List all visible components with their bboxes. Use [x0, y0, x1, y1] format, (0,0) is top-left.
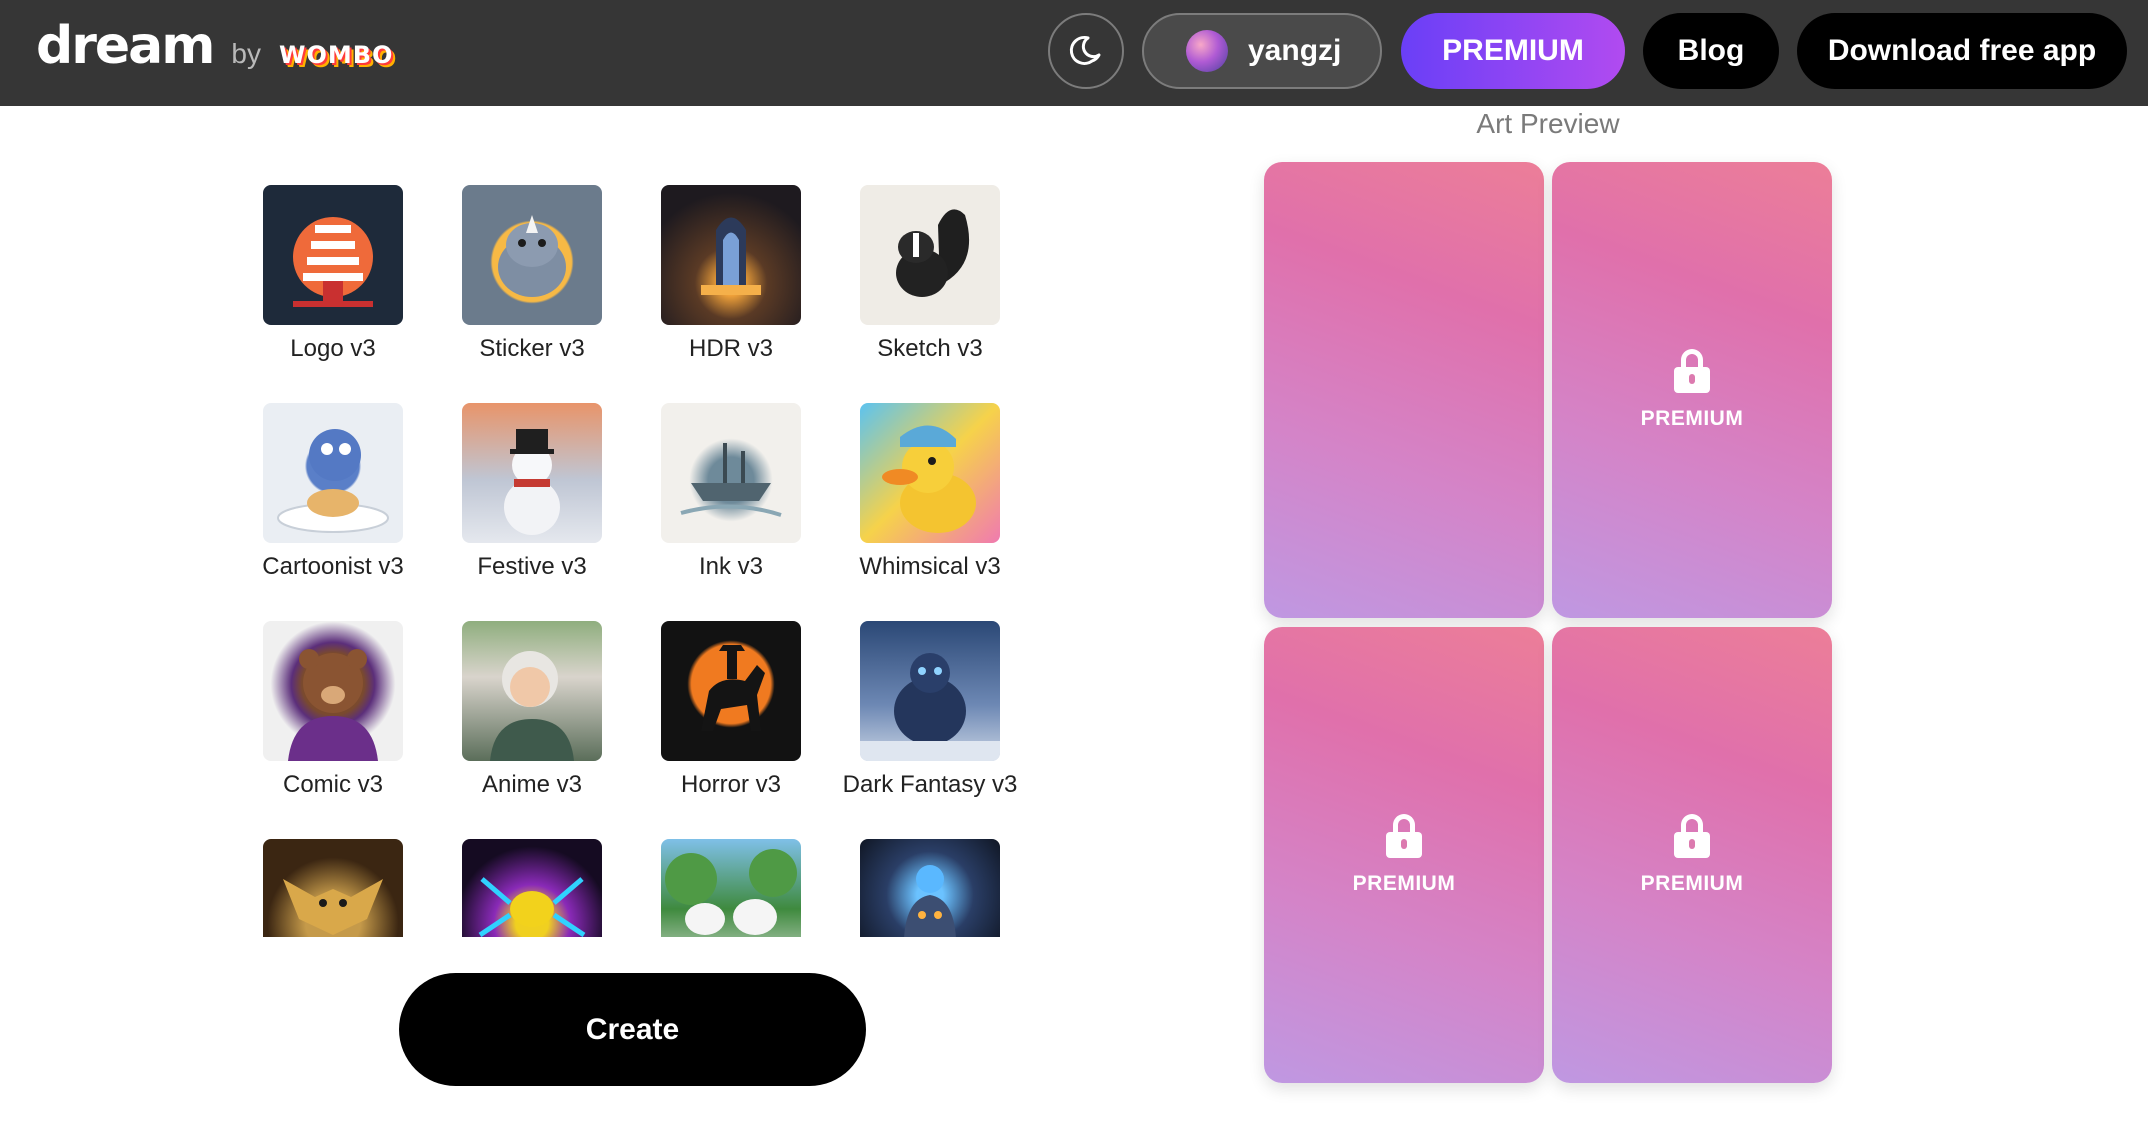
neon-insect-thumbnail	[462, 839, 602, 937]
moon-icon	[1069, 36, 1101, 65]
premium-lock-label: PREMIUM	[1352, 872, 1456, 895]
style-label: Horror v3	[680, 771, 782, 798]
style-tile-sketch[interactable]: Sketch v3	[830, 185, 1030, 395]
style-label: Cartoonist v3	[262, 553, 404, 580]
style-tile-sticker[interactable]: Sticker v3	[432, 185, 632, 395]
avatar	[1186, 30, 1228, 72]
style-tile-hdr[interactable]: HDR v3	[631, 185, 831, 395]
armored-knight-thumbnail	[860, 839, 1000, 937]
snowman-thumbnail	[462, 403, 602, 543]
user-profile-button[interactable]: yangzj	[1142, 13, 1382, 89]
top-header: dream by WOMBO yangzj PREMIUM Blog Downl…	[0, 0, 2148, 106]
logo-wombo-text: WOMBO	[279, 41, 394, 69]
style-tile-dark-fantasy[interactable]: Dark Fantasy v3	[830, 621, 1030, 831]
premium-lock-label: PREMIUM	[1640, 872, 1744, 895]
preview-card-4-locked[interactable]: PREMIUM	[1552, 627, 1832, 1083]
duck-thumbnail	[860, 403, 1000, 543]
skunk-sketch-thumbnail	[860, 185, 1000, 325]
preview-card-2-locked[interactable]: PREMIUM	[1552, 162, 1832, 618]
bat-creature-thumbnail	[263, 839, 403, 937]
cartoon-creature-thumbnail	[263, 403, 403, 543]
pagoda-thumbnail	[263, 185, 403, 325]
white-cats-thumbnail	[661, 839, 801, 937]
lock-icon	[1674, 349, 1710, 393]
style-tile-bat-creature[interactable]	[250, 839, 433, 937]
lock-icon	[1674, 814, 1710, 858]
style-tile-horror[interactable]: Horror v3	[631, 621, 831, 831]
style-label: Dark Fantasy v3	[842, 771, 1018, 798]
style-tile-comic[interactable]: Comic v3	[250, 621, 433, 831]
download-app-button[interactable]: Download free app	[1797, 13, 2127, 89]
style-label: Festive v3	[477, 553, 587, 580]
bear-comic-thumbnail	[263, 621, 403, 761]
create-button[interactable]: Create	[399, 973, 866, 1086]
style-label: Anime v3	[481, 771, 583, 798]
style-tile-white-cats[interactable]	[631, 839, 831, 937]
art-preview-title: Art Preview	[1476, 108, 1620, 139]
style-label: Sketch v3	[877, 335, 983, 362]
style-label: Sticker v3	[479, 335, 585, 362]
style-tile-anime[interactable]: Anime v3	[432, 621, 632, 831]
dark-mode-toggle-button[interactable]	[1048, 13, 1124, 89]
style-label: Comic v3	[282, 771, 384, 798]
style-label: Ink v3	[698, 553, 764, 580]
logo-by-text: by	[231, 38, 261, 69]
style-label: Logo v3	[290, 335, 376, 362]
username-label: yangzj	[1248, 34, 1342, 67]
style-tile-neon-insect[interactable]	[432, 839, 632, 937]
ship-ink-thumbnail	[661, 403, 801, 543]
premium-lock-label: PREMIUM	[1640, 407, 1744, 430]
lock-icon	[1386, 814, 1422, 858]
style-tile-cartoonist[interactable]: Cartoonist v3	[250, 403, 433, 613]
style-label: HDR v3	[688, 335, 773, 362]
horseman-thumbnail	[661, 621, 801, 761]
cathedral-thumbnail	[661, 185, 801, 325]
style-tile-logo[interactable]: Logo v3	[250, 185, 433, 395]
dream-logo[interactable]: dream by WOMBO	[36, 16, 393, 90]
style-tile-whimsical[interactable]: Whimsical v3	[830, 403, 1030, 613]
logo-dream-text: dream	[36, 16, 215, 76]
style-label: Whimsical v3	[859, 553, 1001, 580]
premium-button[interactable]: PREMIUM	[1401, 13, 1625, 89]
grandmother-anime-thumbnail	[462, 621, 602, 761]
preview-card-1[interactable]	[1264, 162, 1544, 618]
preview-card-3-locked[interactable]: PREMIUM	[1264, 627, 1544, 1083]
blog-button[interactable]: Blog	[1643, 13, 1779, 89]
rhino-sticker-thumbnail	[462, 185, 602, 325]
style-tile-festive[interactable]: Festive v3	[432, 403, 632, 613]
monster-thumbnail	[860, 621, 1000, 761]
style-tile-armored-knight[interactable]	[830, 839, 1030, 937]
style-tile-ink[interactable]: Ink v3	[631, 403, 831, 613]
art-style-grid: Logo v3 Sticker v3 HDR v3 Sketch v3 Cart…	[250, 185, 1050, 937]
